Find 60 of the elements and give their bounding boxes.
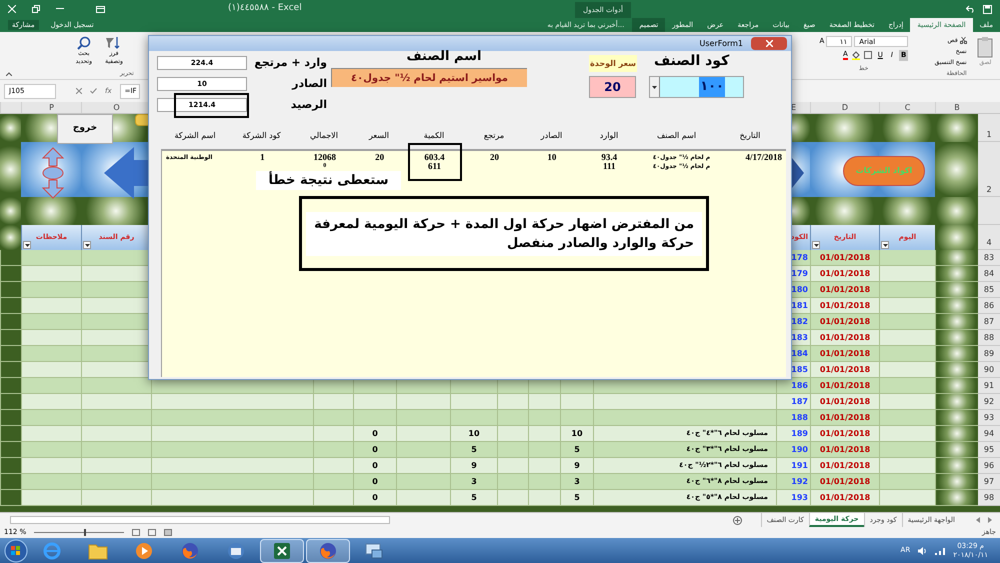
list-cell: 20: [490, 153, 499, 162]
list-cell: 611: [428, 162, 442, 171]
list-cell: 93.4: [601, 153, 618, 162]
field-label: سعر الوحدة: [589, 55, 637, 72]
row-number: 93: [984, 412, 994, 424]
field-label: اسم الصنف: [406, 48, 482, 66]
list-cell: 12068: [313, 153, 336, 162]
row-number: 84: [984, 268, 994, 280]
list-column-header: الوارد: [600, 130, 618, 142]
row-number: 96: [984, 460, 994, 472]
table-cell: 0: [353, 490, 396, 506]
row-number: 4: [986, 237, 992, 249]
list-column-header: كود الشركة: [242, 130, 281, 142]
list-column-header: الصادر: [540, 130, 562, 142]
row-number: 90: [984, 364, 994, 376]
list-column-header: السعر: [368, 130, 390, 142]
list-column-header: اسم الشركة: [174, 130, 216, 142]
list-column-header: الكمية: [424, 130, 444, 142]
date-cell: 01/01/2018: [810, 490, 879, 506]
row-number: 89: [984, 348, 994, 360]
column-letter: D: [842, 102, 848, 114]
list-column-header: مرتجع: [484, 130, 504, 142]
field-label: الصادر: [290, 76, 327, 92]
row-number: 85: [984, 284, 994, 296]
list-cell: 111: [603, 162, 616, 171]
annotation-note: من المفترض اضهار حركة اول المدة + حركة اليومية لمعرفة حركة والوارد والصادر منفصل: [306, 212, 702, 256]
row-number: 83: [984, 252, 994, 264]
column-letter: B: [954, 102, 960, 114]
list-cell: 4/17/2018: [745, 153, 782, 162]
row-number: 91: [984, 380, 994, 392]
window-title: (١)٤٤٥٥٨٨ - Excel: [228, 2, 302, 16]
list-cell: 10: [547, 153, 556, 162]
row-number: 88: [984, 332, 994, 344]
row-number: 94: [984, 428, 994, 440]
list-column-header: اسم الصنف: [656, 130, 696, 142]
list-column-header: التاريخ: [740, 130, 760, 142]
column-letter: P: [49, 102, 54, 114]
field-label: الرصيد: [290, 97, 327, 113]
list-cell: 1: [260, 153, 265, 162]
list-cell: 20: [375, 153, 384, 162]
field-label: كود الصنف: [654, 52, 730, 71]
row-number: 95: [984, 444, 994, 456]
column-letter: E: [790, 102, 796, 114]
column-letter: O: [113, 102, 120, 114]
code-cell: 193: [776, 490, 810, 506]
table-cell: 5: [560, 490, 593, 506]
row-number: 97: [984, 476, 994, 488]
field-label: وارد + مرتجع: [253, 55, 327, 71]
list-column-header: الاجمالي: [310, 130, 338, 142]
row-number: 98: [984, 492, 994, 504]
row-number: 1: [986, 129, 992, 141]
row-number: 92: [984, 396, 994, 408]
row-number: 86: [984, 300, 994, 312]
table-cell: 5: [450, 490, 497, 506]
column-letter: C: [904, 102, 910, 114]
list-cell: 603.4: [424, 153, 445, 162]
row-number: 87: [984, 316, 994, 328]
annotation-note: ستعطى نتيجة خطأ: [256, 171, 401, 190]
form-title: UserForm1: [700, 38, 743, 50]
row-number: 2: [986, 184, 992, 196]
